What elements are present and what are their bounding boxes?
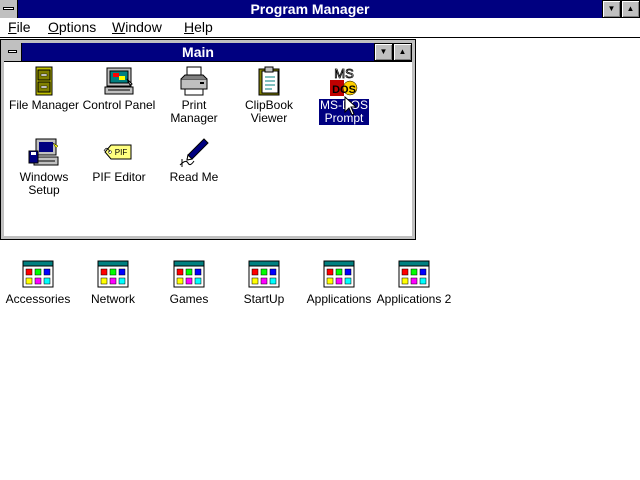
program-group-icon	[248, 260, 280, 288]
program-item-file-manager[interactable]: File Manager	[6, 65, 82, 112]
program-manager-maximize-button[interactable]: ▲	[621, 0, 640, 18]
file-cabinet-icon	[35, 66, 53, 96]
group-icon-applications-2[interactable]: Applications 2	[376, 260, 452, 306]
program-group-icon	[323, 260, 355, 288]
program-group-icon	[22, 260, 54, 288]
ms-dos-icon: MS DOS	[330, 66, 358, 96]
program-group-icon	[173, 260, 205, 288]
svg-text:DOS: DOS	[332, 84, 356, 96]
menu-help[interactable]: Help	[184, 18, 213, 37]
program-manager-title: Program Manager	[250, 1, 370, 17]
program-manager-control-menu-button[interactable]	[0, 0, 18, 18]
program-item-windows-setup[interactable]: Windows Setup	[6, 137, 82, 197]
program-item-pif-editor[interactable]: PIF PIF Editor	[81, 137, 157, 184]
group-icon-games[interactable]: Games	[151, 260, 227, 306]
program-item-read-me[interactable]: Read Me	[156, 137, 232, 184]
group-icon-accessories[interactable]: Accessories	[0, 260, 76, 306]
program-manager-title-bar[interactable]: Program Manager ▼ ▲	[0, 0, 640, 18]
main-window-title-bar[interactable]: Main ▼ ▲	[4, 43, 412, 61]
program-manager-minimize-button[interactable]: ▼	[602, 0, 621, 18]
pif-tag-icon: PIF	[103, 144, 132, 160]
main-window-control-menu-button[interactable]	[4, 43, 22, 61]
pen-icon	[179, 138, 209, 167]
main-window-title: Main	[182, 44, 214, 60]
printer-icon	[180, 66, 208, 96]
main-window-minimize-button[interactable]: ▼	[374, 43, 393, 61]
program-item-control-panel[interactable]: Control Panel	[81, 65, 157, 112]
program-item-ms-dos-prompt[interactable]: MS DOS MS-DOS Prompt	[306, 65, 382, 125]
clipbook-icon	[258, 66, 280, 96]
control-panel-icon	[104, 67, 134, 95]
program-group-icon	[97, 260, 129, 288]
main-group-window[interactable]: Main ▼ ▲ File Manager Control Panel Prin…	[0, 39, 416, 240]
svg-text:PIF: PIF	[115, 148, 128, 157]
maximize-arrow-icon: ▲	[398, 47, 407, 56]
computer-setup-icon	[28, 138, 59, 166]
menu-bar: File Options Window Help	[0, 18, 640, 38]
minimize-arrow-icon: ▼	[379, 47, 388, 56]
main-window-maximize-button[interactable]: ▲	[393, 43, 412, 61]
svg-text:MS: MS	[334, 66, 354, 81]
program-item-print-manager[interactable]: Print Manager	[156, 65, 232, 125]
menu-file[interactable]: File	[8, 18, 31, 37]
maximize-arrow-icon: ▲	[626, 4, 635, 13]
menu-options[interactable]: Options	[48, 18, 96, 37]
group-icon-applications[interactable]: Applications	[301, 260, 377, 306]
menu-window[interactable]: Window	[112, 18, 162, 37]
mouse-pointer-icon	[344, 96, 356, 116]
minimize-arrow-icon: ▼	[607, 4, 616, 13]
group-icon-startup[interactable]: StartUp	[226, 260, 302, 306]
main-window-client-area: File Manager Control Panel Print Manager…	[4, 61, 412, 236]
group-icon-network[interactable]: Network	[75, 260, 151, 306]
program-group-icon	[398, 260, 430, 288]
program-item-clipbook-viewer[interactable]: ClipBook Viewer	[231, 65, 307, 125]
